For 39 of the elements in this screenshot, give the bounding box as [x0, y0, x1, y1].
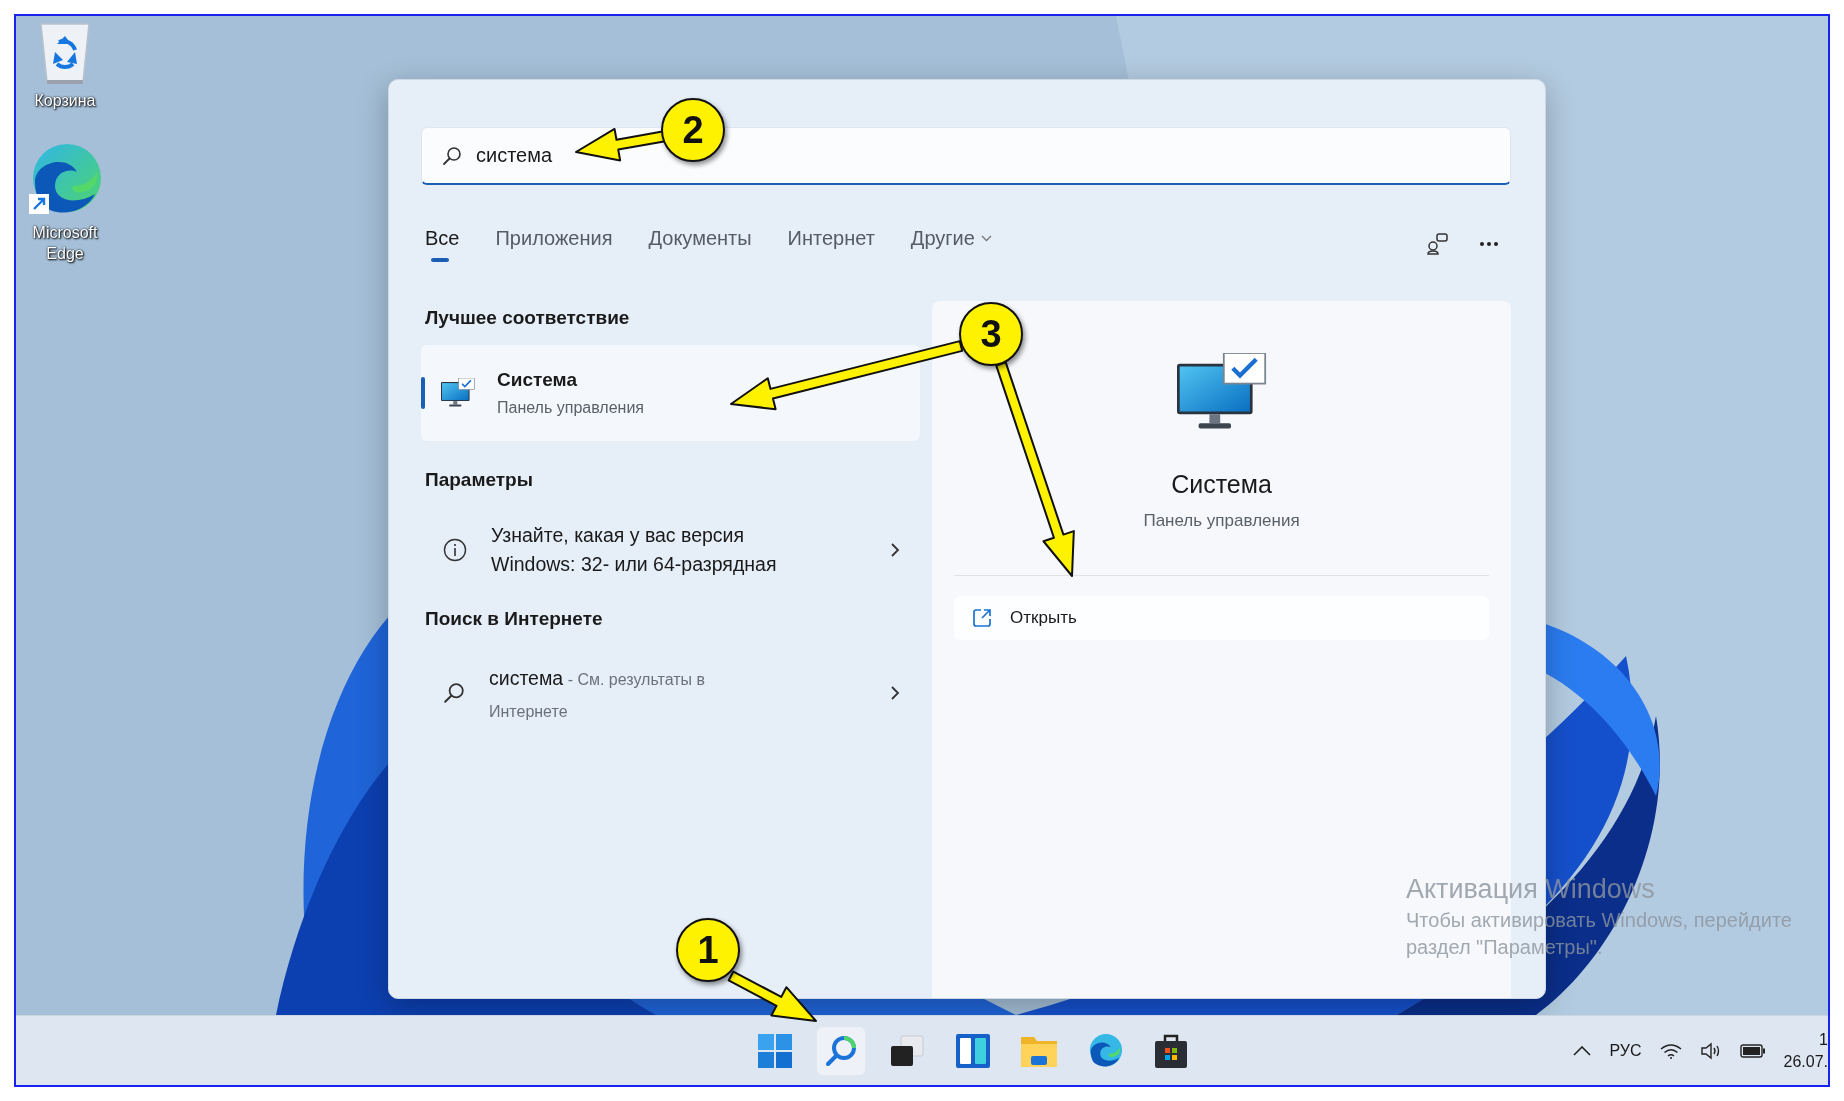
- task-view-icon: [889, 1033, 925, 1068]
- info-icon: [443, 538, 467, 563]
- preview-title: Система: [1171, 470, 1272, 500]
- battery-icon[interactable]: [1739, 1043, 1766, 1058]
- section-heading: Лучшее соответствие: [425, 307, 631, 329]
- more-button[interactable]: [1479, 241, 1499, 247]
- filter-tab[interactable]: Документы: [648, 226, 752, 262]
- chevron-right-icon: [890, 542, 901, 559]
- filter-tab[interactable]: Все: [425, 226, 460, 262]
- filter-tab[interactable]: Приложения: [495, 226, 613, 262]
- monitor-icon: [441, 378, 475, 408]
- item-subtitle: Панель управления: [497, 399, 644, 417]
- windows-logo-icon: [758, 1033, 792, 1068]
- widgets-icon: [955, 1032, 991, 1069]
- filter-tab[interactable]: Другие: [910, 226, 992, 262]
- clock-date[interactable]: 26.07.: [1783, 1052, 1828, 1071]
- chevron-up-icon[interactable]: [1573, 1045, 1592, 1056]
- store-icon: [1154, 1032, 1188, 1069]
- search-icon: [443, 682, 465, 705]
- item-title: Система: [497, 369, 578, 391]
- search-icon: [442, 145, 462, 166]
- filter-tab[interactable]: Интернет: [787, 226, 875, 262]
- speaker-icon[interactable]: [1699, 1041, 1722, 1060]
- settings-result[interactable]: Узнайте, какая у вас версия Windows: 32- или 64-разрядная: [491, 521, 821, 580]
- section-heading: Поиск в Интернете: [425, 607, 604, 630]
- section-heading: Параметры: [425, 469, 534, 491]
- search-icon: [824, 1033, 858, 1068]
- recycle-bin-icon: [37, 20, 93, 86]
- clock-time[interactable]: 1: [1819, 1030, 1828, 1049]
- account-button[interactable]: [1425, 232, 1449, 256]
- open-action[interactable]: Открыть: [954, 596, 1489, 641]
- best-match-item[interactable]: Система Панель управления: [421, 345, 921, 441]
- web-result[interactable]: система - См. результаты в Интернете: [489, 659, 751, 727]
- edge-icon: [1087, 1032, 1123, 1069]
- open-external-icon: [972, 608, 993, 629]
- preview-subtitle: Панель управления: [1143, 511, 1300, 532]
- language-indicator[interactable]: РУС: [1609, 1041, 1642, 1060]
- wifi-icon[interactable]: [1659, 1042, 1682, 1059]
- chevron-right-icon: [890, 685, 901, 702]
